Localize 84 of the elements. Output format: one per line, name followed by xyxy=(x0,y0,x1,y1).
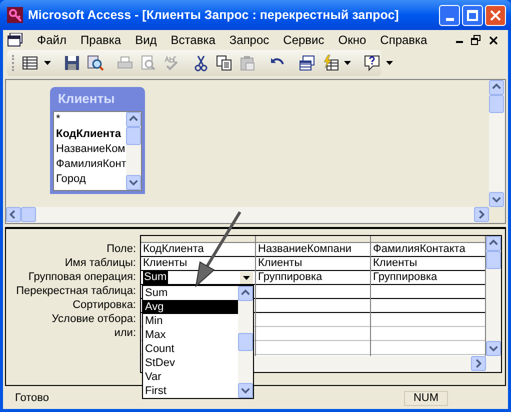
close-icon[interactable] xyxy=(489,36,498,44)
scissors-icon[interactable] xyxy=(192,54,210,72)
grid-cell: Клиенты xyxy=(258,257,302,270)
field-item[interactable]: * xyxy=(56,112,126,127)
field-item[interactable]: КодКлиента xyxy=(56,127,126,142)
window-title: Microsoft Access - [Клиенты Запрос : перекрестный запрос] xyxy=(28,6,400,24)
menu-item[interactable]: Справка xyxy=(374,31,434,49)
vertical-scrollbar[interactable] xyxy=(489,80,505,207)
grid-cell: НазваниеКомпани xyxy=(258,243,352,256)
row-label: Перекрестная таблица: xyxy=(15,284,136,298)
grid-cell: Клиенты xyxy=(143,257,188,270)
dropdown-option[interactable]: Sum xyxy=(143,286,238,300)
dropdown-option[interactable]: Avg xyxy=(143,300,238,314)
field-item[interactable]: НазваниеКом xyxy=(56,142,126,157)
status-indicator: NUM xyxy=(404,390,448,406)
menu-item[interactable]: Вид xyxy=(129,31,163,49)
dropdown-option[interactable]: First xyxy=(143,384,238,398)
minimize-button[interactable] xyxy=(439,4,460,26)
restore-icon[interactable] xyxy=(471,35,481,45)
table-title: Клиенты xyxy=(57,90,116,108)
row-label: Условие отбора: xyxy=(50,312,136,326)
vertical-scrollbar[interactable] xyxy=(126,112,141,190)
scroll-down-button[interactable] xyxy=(486,341,501,356)
maximize-button[interactable] xyxy=(462,4,483,26)
row-label: Поле: xyxy=(106,242,136,256)
scroll-up-button[interactable] xyxy=(489,80,504,95)
datasheet-view-icon[interactable] xyxy=(21,54,39,72)
grid-cell: КодКлиента xyxy=(143,243,204,256)
scroll-down-button[interactable] xyxy=(126,175,141,190)
copy-icon[interactable] xyxy=(215,54,233,72)
document-window-icon[interactable] xyxy=(7,33,23,47)
scrollbar-thumb[interactable] xyxy=(489,95,504,113)
dropdown-option[interactable]: Min xyxy=(143,314,238,328)
horizontal-scrollbar[interactable] xyxy=(6,207,489,223)
scroll-up-button[interactable] xyxy=(126,112,141,127)
close-button[interactable] xyxy=(485,4,506,26)
menu-item[interactable]: Запрос xyxy=(223,31,276,49)
scroll-left-button[interactable] xyxy=(6,207,21,222)
scroll-up-button[interactable] xyxy=(238,286,253,301)
vertical-scrollbar[interactable] xyxy=(238,286,253,398)
dropdown-option[interactable]: Max xyxy=(143,328,238,342)
caret-icon[interactable] xyxy=(344,61,351,65)
dropdown-option[interactable]: StDev xyxy=(143,356,238,370)
dropdown-option[interactable]: Count xyxy=(143,342,238,356)
menu-item[interactable]: Файл xyxy=(31,31,73,49)
dropdown-button[interactable] xyxy=(240,272,253,284)
grid-cell: Клиенты xyxy=(373,257,418,270)
field-item[interactable]: ФамилияКонт xyxy=(56,157,126,172)
grid-cell: ФамилияКонтакта xyxy=(373,243,466,256)
row-label: Групповая операция: xyxy=(27,270,136,284)
vertical-scrollbar[interactable] xyxy=(486,236,501,356)
row-label: Сортировка: xyxy=(72,298,136,312)
scroll-right-button[interactable] xyxy=(474,207,489,222)
dropdown-option[interactable]: Var xyxy=(143,370,238,384)
scrollbar-thumb[interactable] xyxy=(126,127,141,145)
scroll-up-button[interactable] xyxy=(486,236,501,251)
column-selector[interactable] xyxy=(371,236,485,243)
row-label: Имя таблицы: xyxy=(64,256,136,270)
scroll-down-button[interactable] xyxy=(238,383,253,398)
menu-item[interactable]: Вставка xyxy=(164,31,222,49)
menu-item[interactable]: Окно xyxy=(332,31,372,49)
status-text: Готово xyxy=(15,390,49,406)
scrollbar-thumb[interactable] xyxy=(21,207,36,222)
caret-icon[interactable] xyxy=(243,276,250,280)
column-selector[interactable] xyxy=(256,236,370,243)
column-selector[interactable] xyxy=(141,236,255,243)
scrollbar-thumb[interactable] xyxy=(486,251,501,269)
magnifier-icon[interactable] xyxy=(86,54,104,72)
caret-icon[interactable] xyxy=(386,61,393,65)
scroll-right-button[interactable] xyxy=(471,356,486,371)
query-type-icon[interactable] xyxy=(321,54,339,72)
menu-item[interactable]: Правка xyxy=(74,31,128,49)
app-key-icon xyxy=(7,7,23,23)
tables-icon[interactable] xyxy=(298,54,316,72)
caret-icon[interactable] xyxy=(44,61,51,65)
scrollbar-thumb[interactable] xyxy=(238,333,253,351)
grid-cell: Группировка xyxy=(373,271,438,284)
scroll-down-button[interactable] xyxy=(489,192,504,207)
field-item[interactable]: Город xyxy=(56,172,126,187)
row-label: или: xyxy=(113,326,136,340)
menu-item[interactable]: Сервис xyxy=(277,31,330,49)
close-icon xyxy=(490,10,501,20)
grid-cell: Группировка xyxy=(258,271,322,284)
help-icon[interactable] xyxy=(363,54,381,72)
